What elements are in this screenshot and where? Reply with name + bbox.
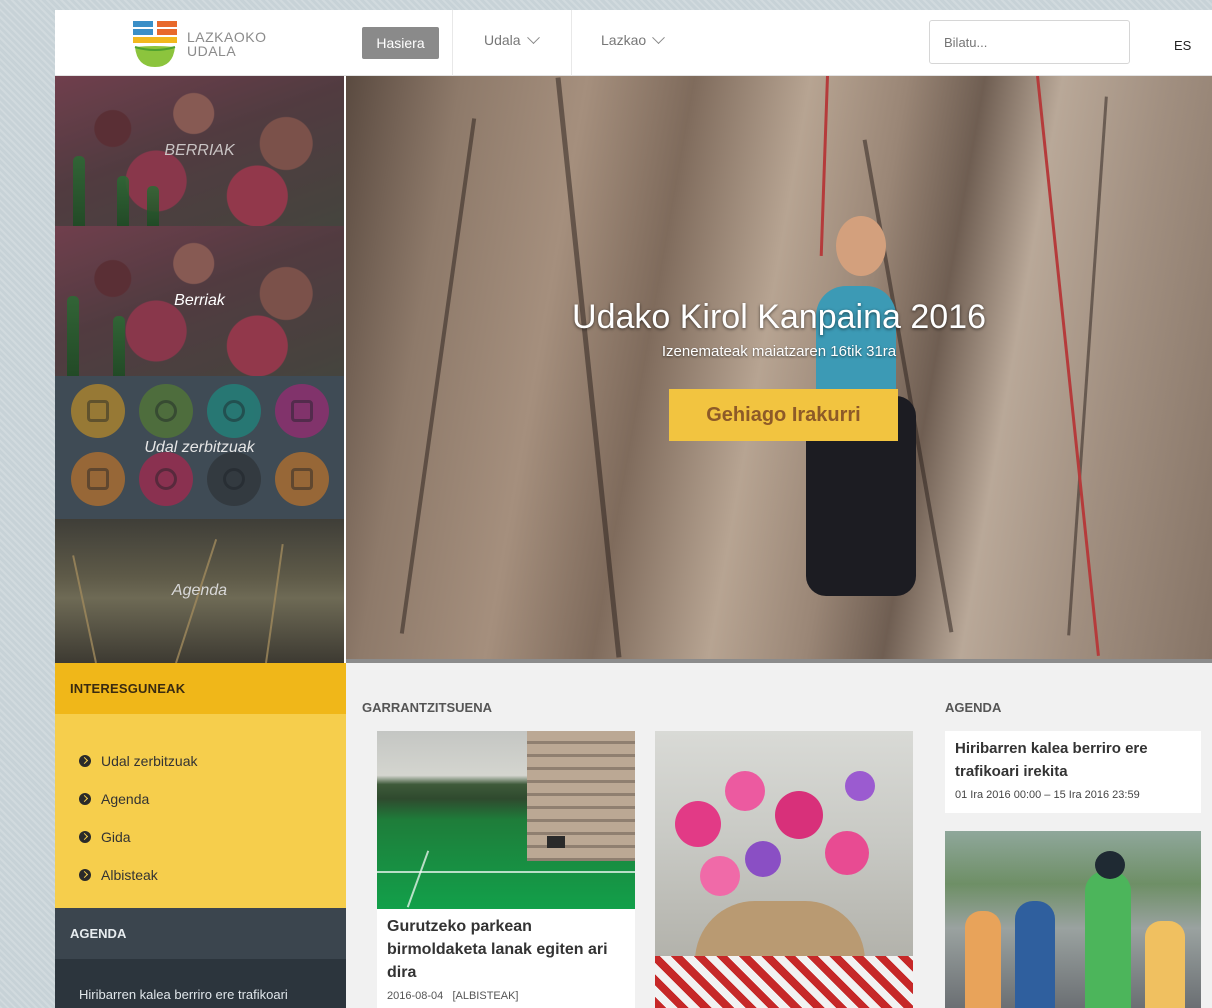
flower-decoration [845, 771, 875, 801]
flower-decoration [825, 831, 869, 875]
wheat-decoration [175, 539, 218, 663]
interest-link-label: Agenda [101, 791, 150, 807]
rope-decoration [819, 76, 829, 256]
person-decoration [1085, 871, 1131, 1008]
interest-link-agenda[interactable]: Agenda [55, 780, 346, 818]
tablecloth-decoration [655, 956, 913, 1008]
news-card[interactable]: Gurutzeko parkean birmoldaketa lanak egi… [377, 909, 635, 1008]
tv-icon [275, 384, 329, 438]
site-logo[interactable]: LAZKAOKO UDALA [131, 18, 291, 70]
flower-decoration [775, 791, 823, 839]
rock-detail [555, 77, 622, 658]
news-image-flowers[interactable] [655, 731, 913, 1008]
logo-line2: UDALA [187, 43, 237, 59]
bottle-decoration [67, 296, 79, 376]
search-input[interactable] [929, 20, 1130, 64]
chevron-circle-icon [79, 869, 91, 881]
news-category: [ALBISTEAK] [452, 990, 519, 1002]
sidebar-agenda-item[interactable]: Hiribarren kalea berriro ere trafikoari [79, 987, 288, 1002]
field-line [377, 871, 635, 873]
news-meta: 2016-08-04 [ALBISTEAK] [387, 990, 625, 1002]
agenda-image-event[interactable] [945, 831, 1201, 1008]
chevron-circle-icon [79, 793, 91, 805]
agenda-event-date: 01 Ira 2016 00:00 – 15 Ira 2016 23:59 [955, 789, 1140, 801]
hero-subtitle: Izenemateak maiatzaren 16tik 31ra [661, 343, 897, 360]
building-decoration [527, 731, 635, 861]
chevron-circle-icon [79, 831, 91, 843]
person-decoration [1145, 921, 1185, 1008]
nav-udala[interactable]: Udala [484, 30, 540, 48]
tile-berriak-label: Berriak [174, 292, 225, 309]
bottle-decoration [147, 186, 159, 226]
hero-banner-image [346, 76, 1212, 659]
interest-link-label: Gida [101, 829, 131, 845]
tile-berriak-upper-label: BERRIAK [164, 142, 235, 159]
phone-icon [139, 452, 193, 506]
person-decoration [1015, 901, 1055, 1008]
nav-udala-label: Udala [484, 32, 521, 48]
hotel-bell-icon [71, 452, 125, 506]
agenda-heading: AGENDA [945, 700, 1002, 715]
bottle-decoration [113, 316, 125, 376]
garrantzitsuena-heading: GARRANTZITSUENA [362, 700, 492, 715]
tractor-decoration [547, 836, 565, 848]
flower-decoration [725, 771, 765, 811]
field-line [406, 850, 430, 908]
logo-emblem-icon [131, 19, 179, 69]
person-decoration [965, 911, 1001, 1008]
interesguneak-heading: INTERESGUNEAK [55, 663, 346, 714]
chevron-down-icon [652, 30, 666, 44]
flower-decoration [700, 856, 740, 896]
interest-link-label: Albisteak [101, 867, 158, 883]
interest-link-albisteak[interactable]: Albisteak [55, 856, 346, 894]
logo-line1: LAZKAOKO [187, 29, 267, 45]
interest-link-label: Udal zerbitzuak [101, 753, 198, 769]
page: LAZKAOKO UDALA Hasiera Udala Lazkao ES B… [55, 10, 1212, 1008]
agenda-event-title[interactable]: Hiribarren kalea berriro ere trafikoari … [955, 737, 1191, 783]
tile-berriak-upper[interactable]: BERRIAK [55, 76, 344, 226]
helmet-decoration [1095, 851, 1125, 879]
logo-text: LAZKAOKO UDALA [187, 30, 266, 58]
interesguneak-panel: Udal zerbitzuak Agenda Gida Albisteak [55, 714, 346, 908]
hero-title: Udako Kirol Kanpaina 2016 [572, 298, 986, 336]
bottle-decoration [117, 176, 129, 226]
washing-machine-icon [207, 384, 261, 438]
language-switch[interactable]: ES [1174, 38, 1191, 53]
nav-home-button[interactable]: Hasiera [362, 27, 439, 59]
sidebar-agenda-panel: Hiribarren kalea berriro ere trafikoari [55, 959, 346, 1008]
alarm-clock-icon [207, 452, 261, 506]
tile-berriak[interactable]: Berriak [55, 226, 344, 376]
interest-link-udal-zerbitzuak[interactable]: Udal zerbitzuak [55, 742, 346, 780]
nav-lazkao-label: Lazkao [601, 32, 647, 48]
wheat-decoration [72, 555, 97, 663]
nav-divider [452, 10, 453, 76]
tile-agenda[interactable]: Agenda [55, 519, 344, 663]
flower-decoration [745, 841, 781, 877]
coffee-icon [139, 384, 193, 438]
bottle-decoration [73, 156, 85, 226]
read-more-button[interactable]: Gehiago Irakurri [669, 389, 898, 441]
calendar-icon [71, 384, 125, 438]
nav-lazkao[interactable]: Lazkao [601, 30, 666, 48]
tile-agenda-label: Agenda [171, 582, 228, 599]
wheat-decoration [265, 544, 284, 663]
site-header: LAZKAOKO UDALA Hasiera Udala Lazkao ES [55, 10, 1212, 76]
flower-decoration [675, 801, 721, 847]
rock-detail [399, 118, 477, 634]
chevron-circle-icon [79, 755, 91, 767]
chevron-down-icon [526, 30, 540, 44]
cutlery-icon [275, 452, 329, 506]
sidebar-agenda-heading: AGENDA [55, 908, 346, 959]
agenda-event-card[interactable]: Hiribarren kalea berriro ere trafikoari … [945, 731, 1201, 813]
news-title[interactable]: Gurutzeko parkean birmoldaketa lanak egi… [387, 915, 625, 984]
climber-figure [836, 216, 886, 276]
tile-udal-zerbitzuak-label: Udal zerbitzuak [144, 438, 255, 456]
news-image-sports-field[interactable] [377, 731, 635, 909]
tile-udal-zerbitzuak[interactable]: Udal zerbitzuak [55, 376, 344, 519]
interest-link-gida[interactable]: Gida [55, 818, 346, 856]
news-date: 2016-08-04 [387, 990, 444, 1002]
rope-decoration [1036, 76, 1100, 656]
nav-divider [571, 10, 572, 76]
